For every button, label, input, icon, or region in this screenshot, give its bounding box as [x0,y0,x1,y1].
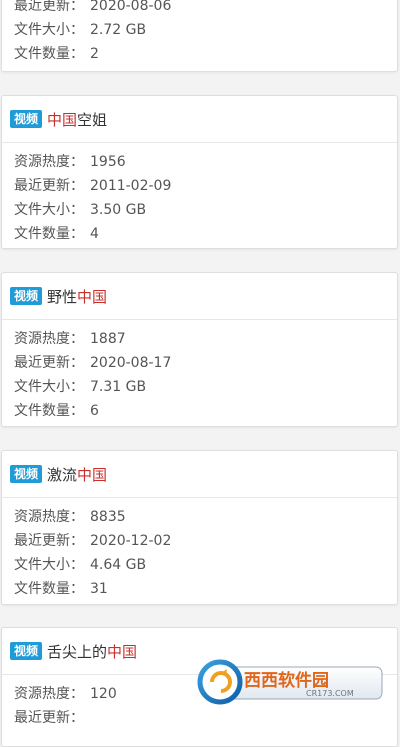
updated-row: 最近更新： 2020-12-02 [14,529,397,553]
title-highlight: 中国 [77,465,108,484]
card-body: 资源热度： 1956 最近更新： 2011-02-09 文件大小： 3.50 GB 文… [2,143,397,248]
size-row: 文件大小： 2.72 GB [14,18,397,42]
size-label: 文件大小： [14,22,84,38]
resource-card[interactable]: 视频 中国空姐 资源热度： 1956 最近更新： 2011-02-09 文件大小： 3… [1,95,398,249]
heat-value: 120 [90,686,117,702]
size-row: 文件大小： 7.31 GB [14,375,397,399]
size-row: 文件大小： 4.64 GB [14,553,397,577]
video-badge: 视频 [10,465,43,483]
cr-logo-icon: 西西软件园 CR173.COM [197,659,383,705]
card-title[interactable]: 舌尖上的中国 [47,641,137,662]
card-title[interactable]: 野性中国 [47,286,107,307]
updated-value: 2020-12-02 [90,533,172,549]
resource-card[interactable]: 最近更新： 2020-08-06 文件大小： 2.72 GB 文件数量： 2 [1,0,398,72]
heat-value: 8835 [90,509,126,525]
heat-label: 资源热度： [14,154,84,170]
count-label: 文件数量： [14,581,84,597]
heat-value: 1956 [90,154,126,170]
updated-row: 最近更新： 2011-02-09 [14,174,397,198]
updated-value: 2020-08-17 [90,355,172,371]
card-title[interactable]: 激流中国 [47,464,107,485]
count-row: 文件数量： 4 [14,222,397,246]
size-row: 文件大小： 3.50 GB [14,198,397,222]
video-badge: 视频 [10,642,43,660]
heat-row: 资源热度： 1887 [14,327,397,351]
title-text: 空姐 [77,110,108,129]
heat-label: 资源热度： [14,509,84,525]
count-label: 文件数量： [14,403,84,419]
size-value: 4.64 GB [90,557,147,573]
card-body: 资源热度： 1887 最近更新： 2020-08-17 文件大小： 7.31 GB 文… [2,320,397,426]
heat-row: 资源热度： 8835 [14,505,397,529]
heat-label: 资源热度： [14,686,84,702]
video-badge: 视频 [10,110,43,128]
count-label: 文件数量： [14,226,84,242]
watermark-logo: 西西软件园 CR173.COM [196,659,386,705]
size-label: 文件大小： [14,379,84,395]
updated-label: 最近更新： [14,0,84,14]
title-text: 野性 [47,287,78,306]
count-label: 文件数量： [14,46,84,62]
watermark-text: 西西软件园 [244,670,329,691]
heat-label: 资源热度： [14,331,84,347]
card-body: 资源热度： 8835 最近更新： 2020-12-02 文件大小： 4.64 GB 文… [2,498,397,604]
card-header[interactable]: 视频 野性中国 [2,273,397,320]
count-row: 文件数量： 31 [14,577,397,601]
updated-label: 最近更新： [14,710,84,726]
updated-label: 最近更新： [14,355,84,371]
heat-value: 1887 [90,331,126,347]
size-label: 文件大小： [14,202,84,218]
title-text: 激流 [47,465,78,484]
count-row: 文件数量： 6 [14,399,397,423]
card-body: 最近更新： 2020-08-06 文件大小： 2.72 GB 文件数量： 2 [2,0,397,71]
title-highlight: 中国 [47,110,78,129]
card-header[interactable]: 视频 中国空姐 [2,96,397,143]
size-label: 文件大小： [14,557,84,573]
heat-row: 资源热度： 1956 [14,150,397,174]
title-text: 舌尖上的 [47,642,108,661]
watermark-subtext: CR173.COM [306,689,354,698]
count-value: 2 [90,46,99,62]
updated-value: 2011-02-09 [90,178,172,194]
title-highlight: 中国 [107,642,138,661]
card-header[interactable]: 视频 激流中国 [2,451,397,498]
title-highlight: 中国 [77,287,108,306]
resource-card[interactable]: 视频 激流中国 资源热度： 8835 最近更新： 2020-12-02 文件大小： 4… [1,450,398,605]
card-title[interactable]: 中国空姐 [47,109,107,130]
video-badge: 视频 [10,287,43,305]
size-value: 3.50 GB [90,202,147,218]
updated-label: 最近更新： [14,533,84,549]
count-row: 文件数量： 2 [14,42,397,66]
updated-row: 最近更新： 2020-08-06 [14,0,397,18]
resource-card[interactable]: 视频 野性中国 资源热度： 1887 最近更新： 2020-08-17 文件大小： 7… [1,272,398,427]
size-value: 7.31 GB [90,379,147,395]
count-value: 4 [90,226,99,242]
count-value: 6 [90,403,99,419]
updated-row: 最近更新： 2020-08-17 [14,351,397,375]
updated-label: 最近更新： [14,178,84,194]
count-value: 31 [90,581,108,597]
updated-row: 最近更新： [14,706,397,730]
updated-value: 2020-08-06 [90,0,172,14]
size-value: 2.72 GB [90,22,147,38]
